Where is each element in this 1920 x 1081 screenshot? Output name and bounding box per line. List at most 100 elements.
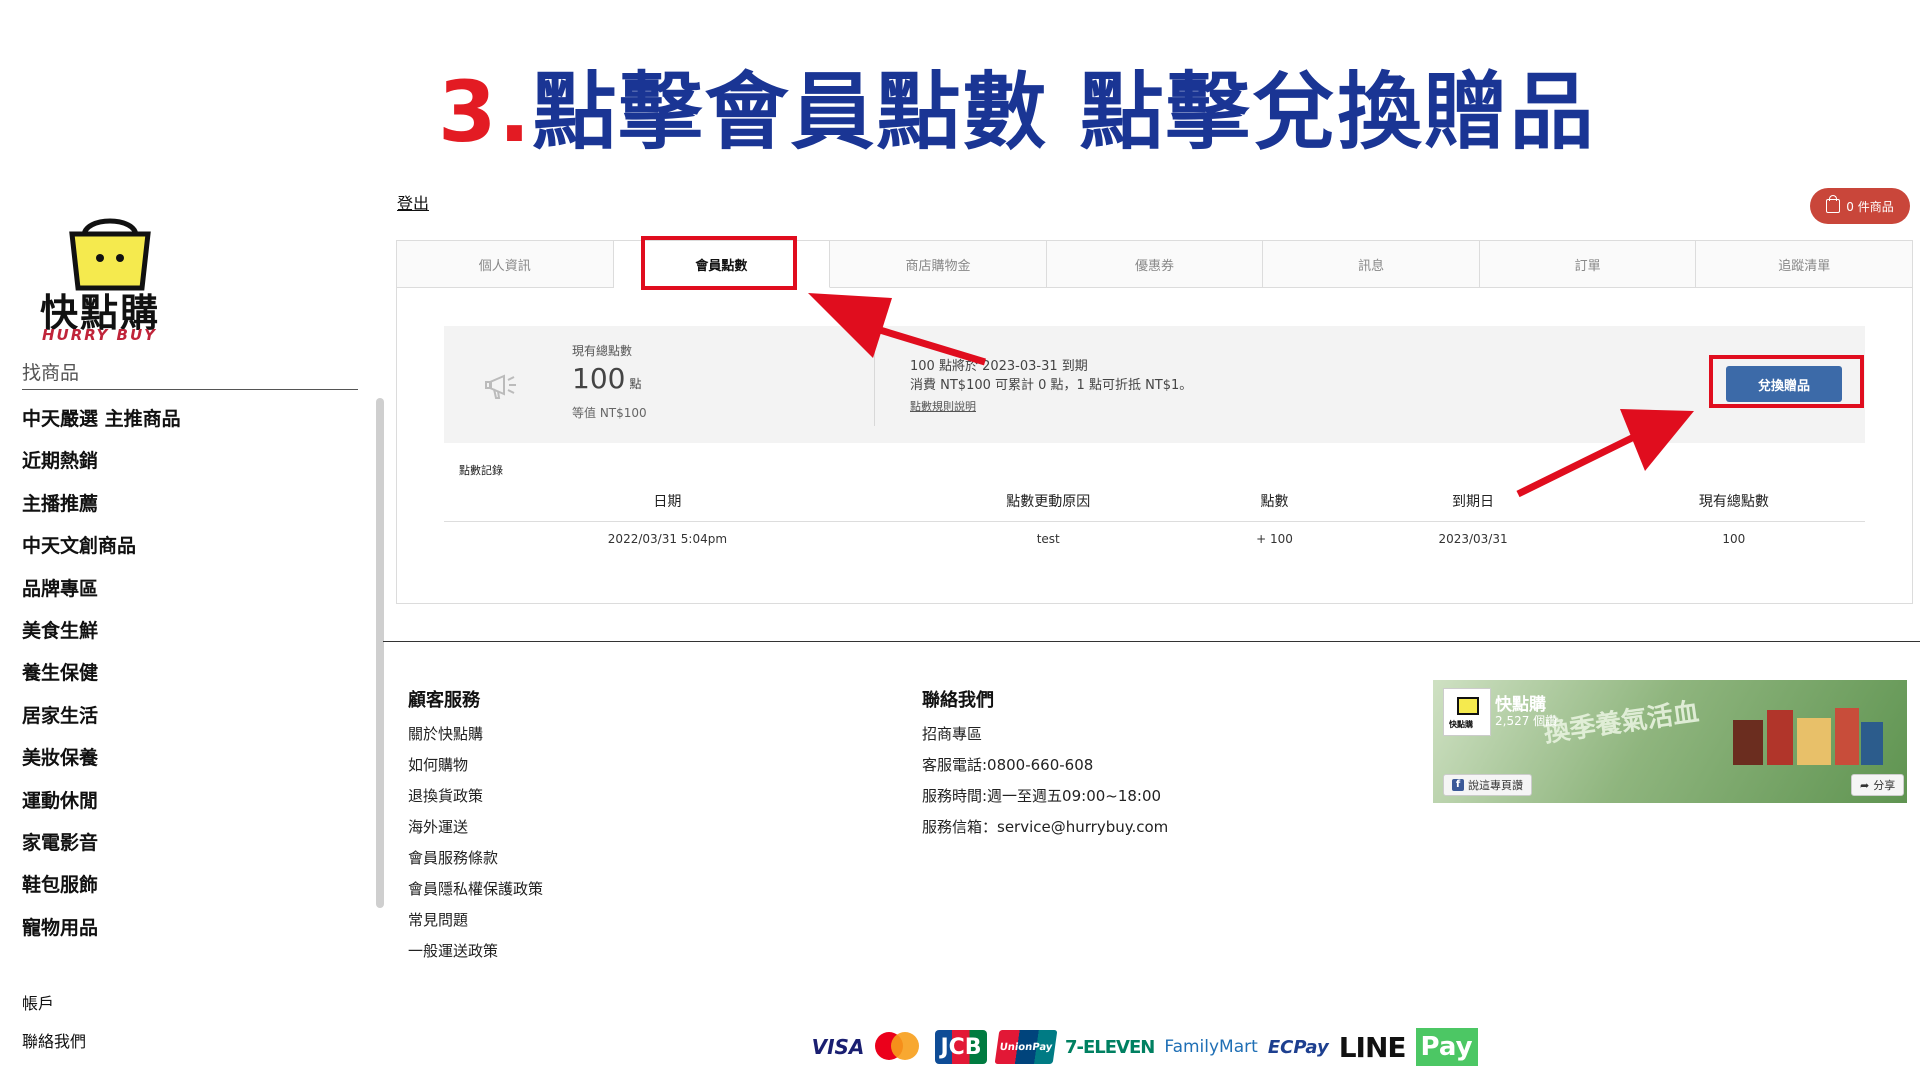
- facebook-page-widget[interactable]: 換季養氣活血 快點購 快點購 2,527 個讚 f 說這專頁讚 ➦ 分享: [1433, 680, 1907, 803]
- product-boxes-image: [1733, 708, 1883, 765]
- footer-link[interactable]: 會員隱私權保護政策: [408, 879, 543, 910]
- category-item[interactable]: 家電影音: [22, 829, 181, 871]
- unionpay-logo: UnionPay: [994, 1030, 1058, 1064]
- facebook-avatar-brand: 快點購: [1449, 720, 1473, 729]
- sidebar-contact-links: 聯絡我們: [22, 1028, 86, 1052]
- account-panel: 個人資訊 會員點數 商店購物金 優惠券 訊息 訂單 追蹤清單 現有總點數 100…: [396, 240, 1913, 604]
- sidebar-scrollbar[interactable]: [376, 398, 384, 908]
- footer-link[interactable]: 關於快點購: [408, 724, 543, 755]
- cell-expiry: 2023/03/31: [1438, 532, 1508, 547]
- jcb-logo: JCB: [935, 1030, 987, 1064]
- category-item[interactable]: 運動休閒: [22, 787, 181, 829]
- cart-bag-icon: [1826, 195, 1841, 213]
- footer-customer-service: 顧客服務 關於快點購 如何購物 退換貨政策 海外運送 會員服務條款 會員隱私權保…: [408, 686, 543, 972]
- footer-section-title: 顧客服務: [408, 690, 480, 711]
- column-header-date: 日期: [444, 481, 891, 522]
- points-earn-rule-text: 消費 NT$100 可累計 0 點，1 點可折抵 NT$1。: [910, 378, 1193, 393]
- step-heading-text: 點擊會員點數 點擊兌換贈品: [532, 63, 1596, 161]
- table-header-row: 日期 點數更動原因 點數 到期日 現有總點數: [444, 481, 1865, 522]
- category-item[interactable]: 中天文創商品: [22, 532, 181, 574]
- total-points-label: 現有總點數: [572, 344, 633, 358]
- footer-link[interactable]: 如何購物: [408, 755, 543, 786]
- category-item[interactable]: 中天嚴選 主推商品: [22, 405, 181, 447]
- sidebar-account-links: 帳戶: [22, 990, 54, 1014]
- category-item[interactable]: 居家生活: [22, 702, 181, 744]
- step-number: 3.: [438, 63, 533, 161]
- facebook-like-button[interactable]: f 說這專頁讚: [1443, 774, 1532, 796]
- mastercard-logo: [871, 1030, 925, 1064]
- cell-date: 2022/03/31 5:04pm: [607, 532, 728, 547]
- points-unit: 點: [629, 377, 642, 391]
- total-points-number: 100: [572, 362, 626, 395]
- footer-contact-email[interactable]: 服務信箱：service@hurrybuy.com: [922, 817, 1168, 848]
- footer-link[interactable]: 一般運送政策: [408, 941, 543, 972]
- tab-orders[interactable]: 訂單: [1479, 241, 1697, 287]
- footer-link[interactable]: 退換貨政策: [408, 786, 543, 817]
- cell-points: + 100: [1256, 532, 1293, 547]
- category-item[interactable]: 鞋包服飾: [22, 871, 181, 913]
- shopping-bag-logo-icon: [69, 218, 151, 291]
- cell-total: 100: [1722, 532, 1746, 547]
- line-pay-logo: Pay: [1415, 1028, 1478, 1066]
- footer-link[interactable]: 招商專區: [922, 724, 1168, 755]
- points-equivalent: 等值 NT$100: [572, 406, 647, 420]
- contact-link[interactable]: 聯絡我們: [22, 1028, 86, 1052]
- search-products-field[interactable]: 找商品: [22, 358, 358, 390]
- account-tabs: 個人資訊 會員點數 商店購物金 優惠券 訊息 訂單 追蹤清單: [397, 241, 1913, 288]
- points-summary: 現有總點數 100 點 等值 NT$100 100 點將於 2023-03-31 …: [444, 326, 1865, 443]
- account-link[interactable]: 帳戶: [22, 990, 54, 1014]
- megaphone-icon: [485, 374, 516, 399]
- footer-contact: 聯絡我們 招商專區 客服電話:0800-660-608 服務時間:週一至週五09…: [922, 686, 1168, 848]
- tab-coupons[interactable]: 優惠券: [1046, 241, 1264, 287]
- column-header-reason: 點數更動原因: [890, 481, 1206, 522]
- brand-name-en: HURRY BUY: [42, 326, 158, 344]
- table-row: 2022/03/31 5:04pm test + 100 2023/03/31 …: [444, 521, 1865, 557]
- facebook-like-label: 說這專頁讚: [1468, 779, 1523, 792]
- category-item[interactable]: 美食生鮮: [22, 617, 181, 659]
- points-record-title: 點數記錄: [459, 464, 503, 477]
- category-item[interactable]: 寵物用品: [22, 914, 181, 956]
- tab-messages[interactable]: 訊息: [1263, 241, 1480, 287]
- annotation-highlight-points-tab: [641, 236, 797, 290]
- footer-contact-phone: 客服電話:0800-660-608: [922, 756, 1094, 774]
- facebook-icon: f: [1452, 779, 1464, 791]
- column-header-points: 點數: [1205, 481, 1344, 522]
- tutorial-heading: 3.點擊會員點數 點擊兌換贈品: [438, 62, 1596, 162]
- footer-link[interactable]: 會員服務條款: [408, 848, 543, 879]
- share-arrow-icon: ➦: [1860, 778, 1870, 792]
- category-item[interactable]: 品牌專區: [22, 575, 181, 617]
- mini-bag-icon: [1457, 697, 1479, 715]
- cart-button[interactable]: 0 件商品: [1810, 188, 1910, 224]
- footer-section-title: 聯絡我們: [922, 690, 994, 711]
- footer-link[interactable]: 常見問題: [408, 910, 543, 941]
- category-item[interactable]: 養生保健: [22, 659, 181, 701]
- cart-count-label: 0 件商品: [1846, 199, 1894, 214]
- footer-contact-hours: 服務時間:週一至週五09:00~18:00: [922, 787, 1162, 805]
- tab-profile[interactable]: 個人資訊: [397, 241, 614, 287]
- category-list: 中天嚴選 主推商品 近期熱銷 主播推薦 中天文創商品 品牌專區 美食生鮮 養生保…: [22, 405, 181, 956]
- category-item[interactable]: 主播推薦: [22, 490, 181, 532]
- facebook-share-label: 分享: [1873, 779, 1896, 792]
- tab-wishlist[interactable]: 追蹤清單: [1696, 241, 1913, 287]
- total-points-value: 100 點: [572, 362, 641, 395]
- annotation-highlight-redeem-button: [1709, 355, 1864, 408]
- familymart-logo: FamilyMart: [1164, 1037, 1258, 1057]
- column-header-expiry: 到期日: [1343, 481, 1603, 522]
- visa-logo: VISA: [811, 1035, 865, 1059]
- logout-link[interactable]: 登出: [397, 190, 429, 214]
- footer-link[interactable]: 海外運送: [408, 817, 543, 848]
- category-item[interactable]: 近期熱銷: [22, 447, 181, 489]
- points-expiry-text: 100 點將於 2023-03-31 到期: [910, 359, 1088, 374]
- seven-eleven-logo: 7-ELEVEN: [1065, 1036, 1155, 1058]
- ecpay-logo: ECPay: [1267, 1036, 1329, 1058]
- payment-methods: VISA JCB UnionPay 7-ELEVEN FamilyMart EC…: [811, 1026, 1478, 1068]
- column-header-total: 現有總點數: [1602, 481, 1865, 522]
- divider: [874, 346, 875, 426]
- footer-divider: [383, 641, 1920, 642]
- tab-store-credit[interactable]: 商店購物金: [830, 241, 1047, 287]
- points-rules-link[interactable]: 點數規則說明: [910, 398, 976, 414]
- category-item[interactable]: 美妝保養: [22, 744, 181, 786]
- facebook-like-count: 2,527 個讚: [1495, 714, 1558, 728]
- facebook-share-button[interactable]: ➦ 分享: [1851, 774, 1905, 796]
- points-record-table: 日期 點數更動原因 點數 到期日 現有總點數 2022/03/31 5:04pm…: [444, 481, 1865, 557]
